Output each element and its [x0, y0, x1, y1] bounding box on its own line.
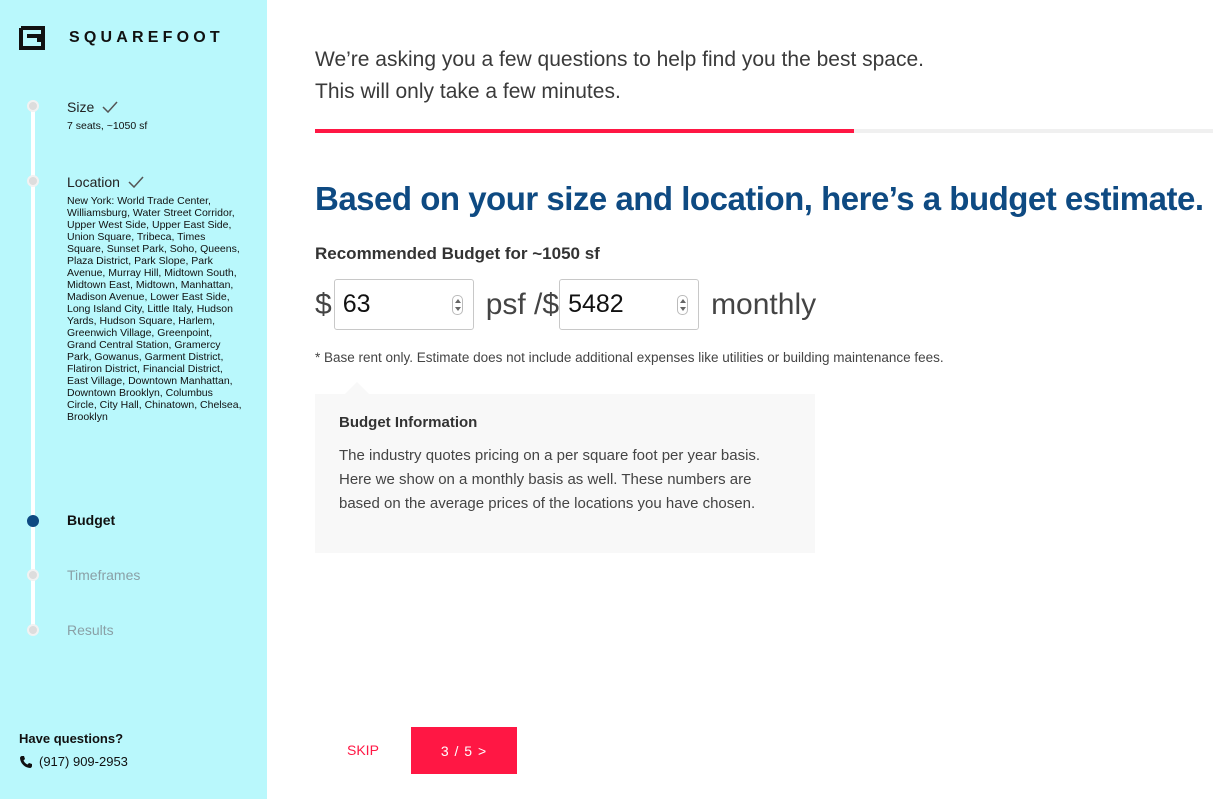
psf-input[interactable]: 63 — [333, 279, 474, 330]
wizard-progress-bar — [315, 129, 1213, 133]
check-icon — [128, 176, 144, 188]
check-icon — [102, 101, 118, 113]
budget-row: $ 63 psf /$ 5482 monthly — [315, 279, 816, 330]
phone-number: (917) 909-2953 — [39, 754, 128, 769]
intro-text: We’re asking you a few questions to help… — [315, 44, 924, 108]
contact-title: Have questions? — [19, 731, 124, 746]
contact-block: Have questions? (917) 909-2953 — [19, 731, 128, 769]
step-dot-timeframes — [27, 569, 39, 581]
step-timeframes-label: Timeframes — [67, 567, 141, 583]
logo[interactable]: SQUAREFOOT — [19, 26, 224, 50]
next-step-button[interactable]: 3 / 5 > — [411, 727, 517, 774]
step-results-label: Results — [67, 622, 114, 638]
skip-button[interactable]: SKIP — [347, 742, 379, 758]
step-dot-budget — [27, 515, 39, 527]
monthly-unit: monthly — [711, 287, 817, 321]
step-timeframes: Timeframes — [67, 567, 140, 583]
wizard-progress-fill — [315, 129, 854, 133]
budget-footnote: * Base rent only. Estimate does not incl… — [315, 350, 944, 365]
step-results: Results — [67, 622, 114, 638]
step-location[interactable]: Location New York: World Trade Center, W… — [67, 174, 242, 423]
monthly-input[interactable]: 5482 — [559, 279, 700, 330]
budget-info-box: Budget Information The industry quotes p… — [315, 382, 815, 553]
step-size[interactable]: Size 7 seats, ~1050 sf — [67, 99, 242, 132]
intro-line-1: We’re asking you a few questions to help… — [315, 48, 924, 71]
step-location-summary: New York: World Trade Center, Williamsbu… — [67, 195, 242, 423]
step-size-label: Size — [67, 99, 95, 115]
info-body: The industry quotes pricing on a per squ… — [339, 447, 761, 512]
page-title: Based on your size and location, here’s … — [315, 180, 1204, 217]
info-title: Budget Information — [339, 414, 478, 431]
logo-text: SQUAREFOOT — [69, 29, 224, 46]
psf-value: 63 — [342, 290, 371, 318]
step-dot-results — [27, 624, 39, 636]
step-dot-location — [27, 175, 39, 187]
monthly-value: 5482 — [568, 290, 624, 318]
phone-icon — [20, 755, 32, 768]
sidebar: SQUAREFOOT Size 7 seats, ~1050 sf Locati… — [0, 0, 267, 799]
currency-symbol: $ — [315, 287, 332, 321]
psf-stepper-icon[interactable] — [451, 294, 463, 315]
phone-link[interactable]: (917) 909-2953 — [19, 754, 128, 769]
recommended-budget-label: Recommended Budget for ~1050 sf — [315, 244, 600, 263]
psf-unit: psf /$ — [485, 287, 560, 321]
step-budget[interactable]: Budget — [67, 512, 115, 528]
step-budget-label: Budget — [67, 512, 116, 528]
step-size-summary: 7 seats, ~1050 sf — [67, 120, 148, 132]
step-location-label: Location — [67, 174, 120, 190]
monthly-stepper-icon[interactable] — [677, 294, 689, 315]
intro-line-2: This will only take a few minutes. — [315, 80, 621, 103]
squarefoot-logo-icon — [19, 26, 45, 50]
step-dot-size — [27, 100, 39, 112]
